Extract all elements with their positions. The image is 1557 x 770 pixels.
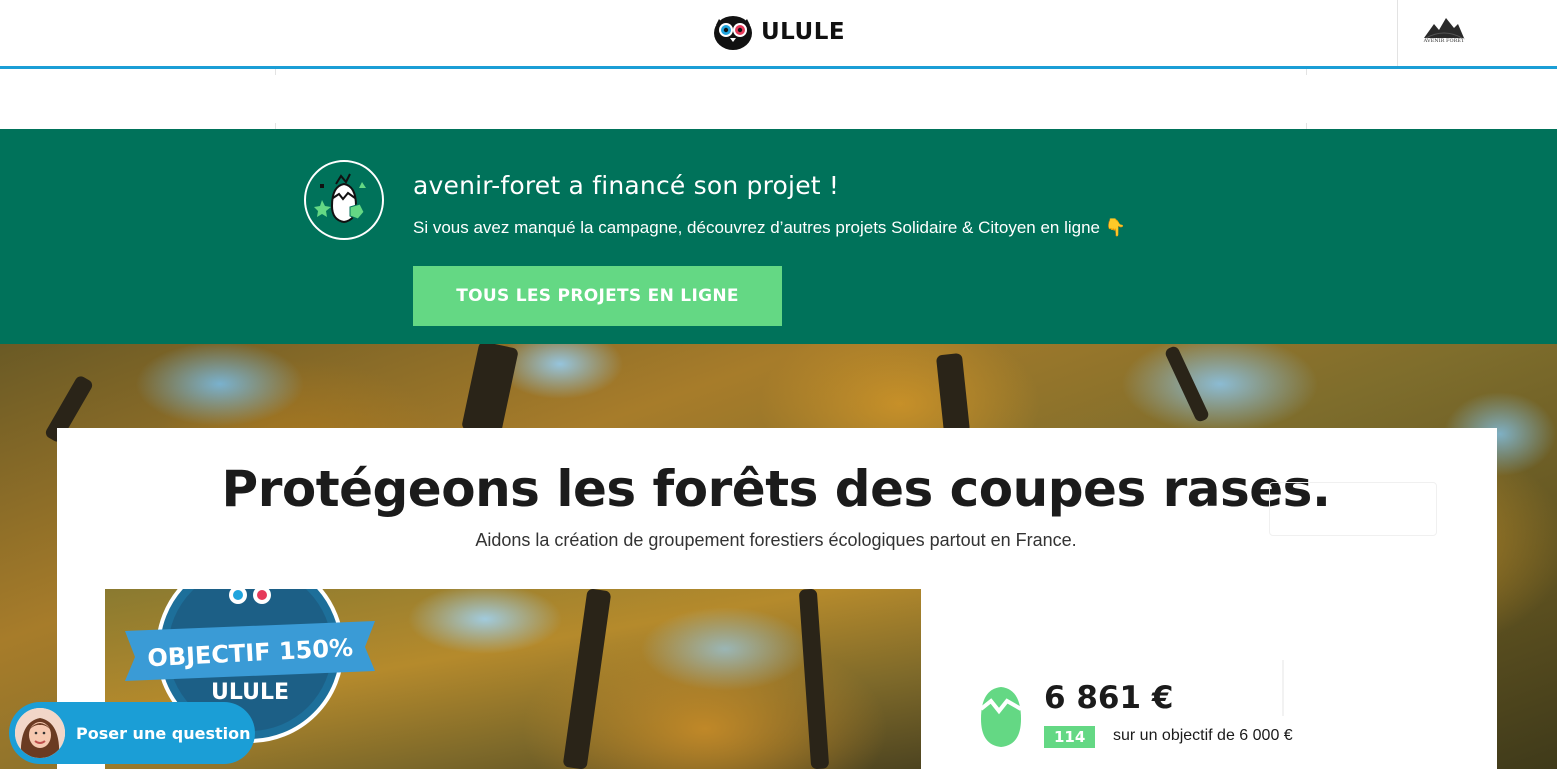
tree-trunk [798,589,830,769]
banner-subtitle: Si vous avez manqué la campagne, découvr… [413,218,1126,237]
banner-title: avenir-foret a financé son projet ! [413,171,840,200]
ask-question-chat-button[interactable]: Poser une question [9,702,255,764]
project-owner-avatar[interactable]: AVENIR FORÊT [1397,0,1557,66]
tree-trunk [461,344,519,438]
support-agent-avatar [15,708,65,758]
divider [275,69,276,75]
project-card: Protégeons les forêts des coupes rases. … [57,428,1497,769]
top-header: ULULE AVENIR FORÊT [0,0,1557,69]
tree-trunk [935,352,971,436]
cracked-egg-icon [977,683,1025,749]
hatching-egg-icon [304,160,384,240]
funding-goal-text: sur un objectif de 6 000 € [1113,727,1293,744]
org-logo-text: AVENIR FORÊT [1423,38,1465,44]
all-projects-button[interactable]: TOUS LES PROJETS EN LIGNE [413,266,782,326]
divider [1306,69,1307,75]
owl-logo-icon [713,13,753,51]
percent-funded-badge: 114 % [1044,726,1096,768]
tree-trunk [562,589,612,769]
ulule-logo[interactable]: ULULE [713,12,845,52]
funded-banner: avenir-foret a financé son projet ! Si v… [0,129,1557,344]
logo-wordmark: ULULE [761,19,846,45]
share-placeholder [1269,482,1437,536]
amount-raised: 6 861 € [1044,680,1174,716]
sub-navigation-strip [0,69,1557,129]
divider [1282,660,1284,716]
chat-label: Poser une question [76,724,251,743]
tree-trunk [1163,344,1211,424]
